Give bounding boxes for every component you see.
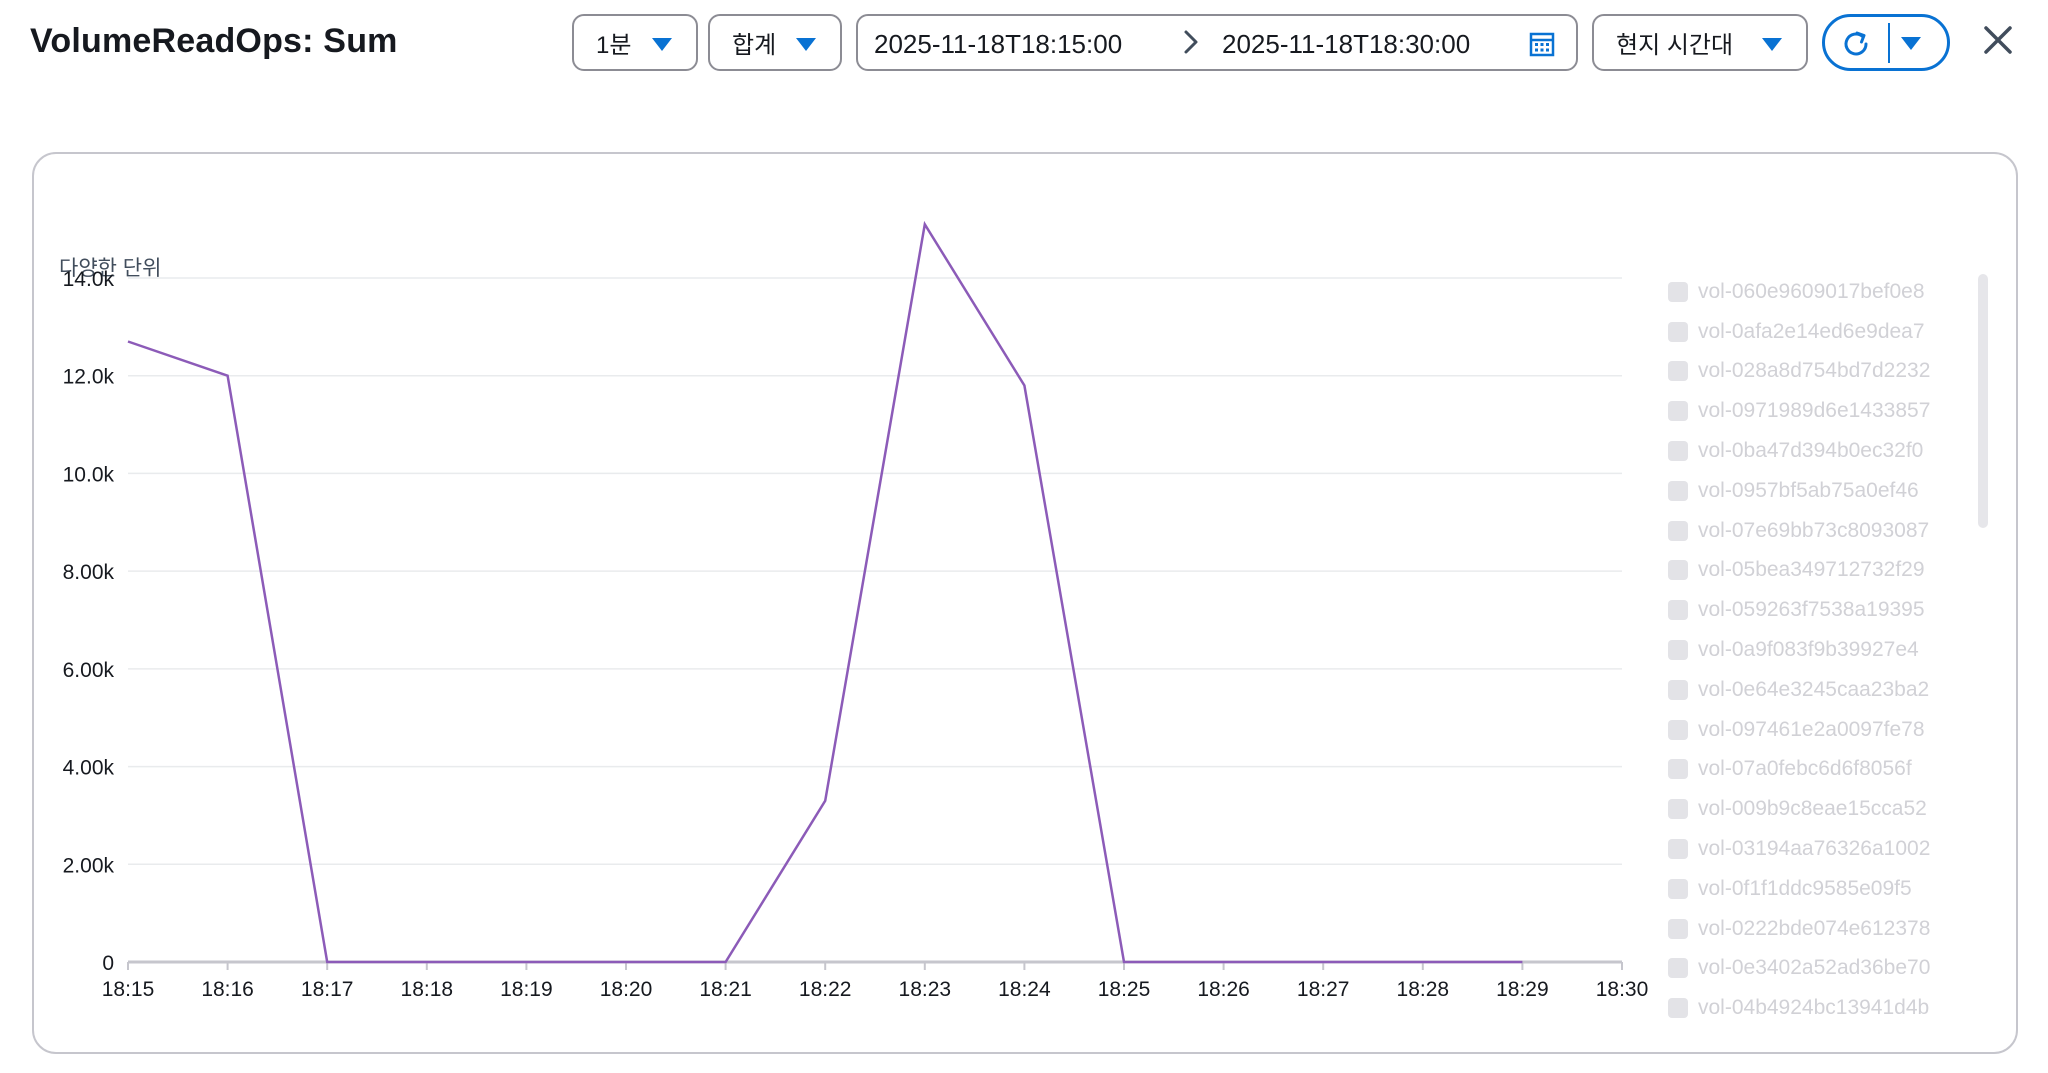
legend-checkbox[interactable] bbox=[1668, 918, 1688, 939]
legend-label: vol-028a8d754bd7d2232 bbox=[1698, 359, 1931, 383]
legend-item[interactable]: vol-0afa2e14ed6e9dea7 bbox=[1668, 312, 1968, 352]
legend-label: vol-0afa2e14ed6e9dea7 bbox=[1698, 319, 1925, 343]
legend-label: vol-07a0febc6d6f8056f bbox=[1698, 757, 1912, 781]
legend-item[interactable]: vol-0f1f1ddc9585e09f5 bbox=[1668, 869, 1968, 909]
y-tick-label: 14.0k bbox=[63, 268, 115, 291]
legend-item[interactable]: vol-0e3402a52ad36be70 bbox=[1668, 949, 1968, 989]
x-tick-label: 18:27 bbox=[1297, 978, 1350, 1001]
x-tick-label: 18:16 bbox=[201, 978, 254, 1001]
legend-item[interactable]: vol-097461e2a0097fe78 bbox=[1668, 710, 1968, 750]
legend-checkbox[interactable] bbox=[1668, 878, 1688, 899]
legend-label: vol-0e64e3245caa23ba2 bbox=[1698, 677, 1930, 701]
legend-checkbox[interactable] bbox=[1668, 281, 1688, 302]
x-tick-label: 18:20 bbox=[600, 978, 653, 1001]
legend-label: vol-07e69bb73c8093087 bbox=[1698, 518, 1930, 542]
x-tick-label: 18:18 bbox=[401, 978, 454, 1001]
y-tick-label: 2.00k bbox=[63, 854, 115, 877]
legend-checkbox[interactable] bbox=[1668, 719, 1688, 740]
x-tick-label: 18:24 bbox=[998, 978, 1051, 1001]
legend-checkbox[interactable] bbox=[1668, 958, 1688, 979]
legend-label: vol-097461e2a0097fe78 bbox=[1698, 717, 1925, 741]
legend-checkbox[interactable] bbox=[1668, 321, 1688, 342]
x-tick-label: 18:28 bbox=[1397, 978, 1450, 1001]
y-tick-label: 8.00k bbox=[63, 561, 115, 584]
legend-label: vol-009b9c8eae15cca52 bbox=[1698, 797, 1927, 821]
legend-label: vol-060e9609017bef0e8 bbox=[1698, 279, 1925, 303]
x-tick-label: 18:29 bbox=[1496, 978, 1549, 1001]
legend-item[interactable]: vol-0957bf5ab75a0ef46 bbox=[1668, 471, 1968, 511]
legend-checkbox[interactable] bbox=[1668, 520, 1688, 541]
legend-checkbox[interactable] bbox=[1668, 480, 1688, 501]
x-tick-label: 18:26 bbox=[1197, 978, 1250, 1001]
legend-checkbox[interactable] bbox=[1668, 640, 1688, 661]
legend-item[interactable]: vol-07e69bb73c8093087 bbox=[1668, 511, 1968, 551]
legend-checkbox[interactable] bbox=[1668, 839, 1688, 860]
legend-item[interactable]: vol-04b4924bc13941d4b bbox=[1668, 988, 1968, 1028]
legend-item[interactable]: vol-05bea349712732f29 bbox=[1668, 551, 1968, 591]
x-tick-label: 18:15 bbox=[102, 978, 155, 1001]
legend-item[interactable]: vol-059263f7538a19395 bbox=[1668, 590, 1968, 630]
legend-checkbox[interactable] bbox=[1668, 441, 1688, 462]
legend-item[interactable]: vol-0e64e3245caa23ba2 bbox=[1668, 670, 1968, 710]
x-tick-label: 18:23 bbox=[899, 978, 952, 1001]
y-tick-label: 4.00k bbox=[63, 757, 115, 780]
legend-item[interactable]: vol-028a8d754bd7d2232 bbox=[1668, 352, 1968, 392]
legend-item[interactable]: vol-03194aa76326a1002 bbox=[1668, 829, 1968, 869]
legend-item[interactable]: vol-0971989d6e1433857 bbox=[1668, 391, 1968, 431]
legend-item[interactable]: vol-060e9609017bef0e8 bbox=[1668, 272, 1968, 312]
legend-label: vol-0971989d6e1433857 bbox=[1698, 399, 1931, 423]
legend-label: vol-03194aa76326a1002 bbox=[1698, 837, 1931, 861]
legend-item[interactable]: vol-0222bde074e612378 bbox=[1668, 909, 1968, 949]
legend-label: vol-0e3402a52ad36be70 bbox=[1698, 956, 1931, 980]
x-tick-label: 18:25 bbox=[1098, 978, 1151, 1001]
legend-label: vol-0f1f1ddc9585e09f5 bbox=[1698, 876, 1912, 900]
legend-checkbox[interactable] bbox=[1668, 799, 1688, 820]
series-line bbox=[127, 220, 1523, 964]
legend-checkbox[interactable] bbox=[1668, 679, 1688, 700]
y-tick-label: 12.0k bbox=[63, 366, 115, 389]
legend-checkbox[interactable] bbox=[1668, 361, 1688, 382]
legend-label: vol-059263f7538a19395 bbox=[1698, 598, 1925, 622]
legend-label: vol-0222bde074e612378 bbox=[1698, 916, 1931, 940]
y-tick-label: 10.0k bbox=[63, 463, 115, 486]
chart-legend: vol-060e9609017bef0e8 vol-0afa2e14ed6e9de… bbox=[1668, 272, 1968, 1036]
legend-item[interactable]: vol-0a9f083f9b39927e4 bbox=[1668, 630, 1968, 670]
legend-item[interactable]: vol-0ba47d394b0ec32f0 bbox=[1668, 431, 1968, 471]
legend-checkbox[interactable] bbox=[1668, 759, 1688, 780]
x-tick-label: 18:17 bbox=[301, 978, 354, 1001]
x-tick-label: 18:22 bbox=[799, 978, 852, 1001]
legend-label: vol-0ba47d394b0ec32f0 bbox=[1698, 439, 1924, 463]
legend-checkbox[interactable] bbox=[1668, 998, 1688, 1019]
x-tick-label: 18:21 bbox=[699, 978, 752, 1001]
legend-scrollbar[interactable] bbox=[1978, 274, 1988, 528]
legend-checkbox[interactable] bbox=[1668, 401, 1688, 422]
legend-label: vol-0a9f083f9b39927e4 bbox=[1698, 638, 1919, 662]
legend-label: vol-04b4924bc13941d4b bbox=[1698, 996, 1930, 1020]
legend-label: vol-05bea349712732f29 bbox=[1698, 558, 1925, 582]
legend-checkbox[interactable] bbox=[1668, 560, 1688, 581]
legend-item[interactable]: vol-07a0febc6d6f8056f bbox=[1668, 750, 1968, 790]
y-tick-label: 6.00k bbox=[63, 659, 115, 682]
x-tick-label: 18:19 bbox=[500, 978, 553, 1001]
legend-checkbox[interactable] bbox=[1668, 600, 1688, 621]
y-tick-label: 0 bbox=[102, 952, 114, 975]
legend-label: vol-0957bf5ab75a0ef46 bbox=[1698, 478, 1919, 502]
legend-item[interactable]: vol-009b9c8eae15cca52 bbox=[1668, 789, 1968, 829]
x-tick-label: 18:30 bbox=[1596, 978, 1649, 1001]
